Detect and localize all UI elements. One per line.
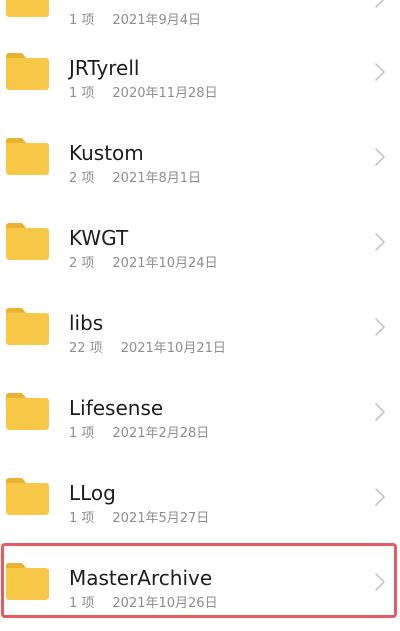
chevron-right-icon [375, 488, 385, 506]
folder-icon [6, 308, 49, 345]
folder-item[interactable]: Lifesense 1 项 2021年2月28日 [0, 376, 400, 461]
folder-item-count: 1 项 [69, 511, 95, 526]
folder-meta: 1 项 2021年10月26日 [69, 596, 218, 612]
folder-icon [6, 393, 49, 430]
folder-item[interactable]: LLog 1 项 2021年5月27日 [0, 461, 400, 546]
folder-meta: 1 项 2020年11月28日 [69, 86, 218, 102]
folder-name: Lifesense [69, 396, 164, 420]
folder-meta: 1 项 2021年5月27日 [69, 511, 209, 527]
folder-name: libs [69, 311, 104, 335]
folder-date: 2021年10月24日 [112, 256, 218, 271]
folder-item[interactable]: KWGT 2 项 2021年10月24日 [0, 206, 400, 291]
folder-list: 1 项 2021年9月4日 JRTyrell 1 项 2020年11月28日 Kus… [0, 0, 400, 623]
folder-meta: 1 项 2021年2月28日 [69, 426, 209, 442]
folder-icon [6, 223, 49, 260]
folder-date: 2021年8月1日 [112, 171, 202, 186]
folder-name: JRTyrell [69, 56, 140, 80]
chevron-right-icon [375, 148, 385, 166]
folder-icon [6, 0, 49, 17]
folder-item[interactable]: libs 22 项 2021年10月21日 [0, 291, 400, 376]
chevron-right-icon [375, 573, 385, 591]
folder-item-count: 1 项 [69, 426, 95, 441]
folder-meta: 2 项 2021年10月24日 [69, 256, 218, 272]
folder-date: 2021年10月21日 [120, 341, 226, 356]
folder-name: MasterArchive [69, 566, 213, 590]
folder-item[interactable]: JRTyrell 1 项 2020年11月28日 [0, 36, 400, 121]
folder-meta: 2 项 2021年8月1日 [69, 171, 201, 187]
chevron-right-icon [375, 318, 385, 336]
folder-icon [6, 138, 49, 175]
chevron-right-icon [375, 0, 385, 8]
folder-date: 2021年9月4日 [112, 13, 202, 28]
chevron-right-icon [375, 233, 385, 251]
folder-icon [6, 563, 49, 600]
folder-icon [6, 53, 49, 90]
chevron-right-icon [375, 403, 385, 421]
folder-item-count: 2 项 [69, 256, 95, 271]
folder-name: Kustom [69, 141, 144, 165]
folder-date: 2021年5月27日 [112, 511, 210, 526]
folder-item-count: 22 项 [69, 341, 103, 356]
folder-item-count: 1 项 [69, 596, 95, 611]
folder-meta: 22 项 2021年10月21日 [69, 341, 226, 357]
folder-item-masterarchive[interactable]: MasterArchive 1 项 2021年10月26日 [0, 546, 400, 631]
chevron-right-icon [375, 63, 385, 81]
folder-item-count: 2 项 [69, 171, 95, 186]
folder-date: 2021年2月28日 [112, 426, 210, 441]
folder-date: 2020年11月28日 [112, 86, 218, 101]
folder-meta: 1 项 2021年9月4日 [69, 13, 201, 29]
folder-item[interactable]: Kustom 2 项 2021年8月1日 [0, 121, 400, 206]
folder-item-count: 1 项 [69, 13, 95, 28]
folder-name: LLog [69, 481, 116, 505]
folder-icon [6, 478, 49, 515]
folder-date: 2021年10月26日 [112, 596, 218, 611]
folder-name: KWGT [69, 226, 129, 250]
folder-item-count: 1 项 [69, 86, 95, 101]
